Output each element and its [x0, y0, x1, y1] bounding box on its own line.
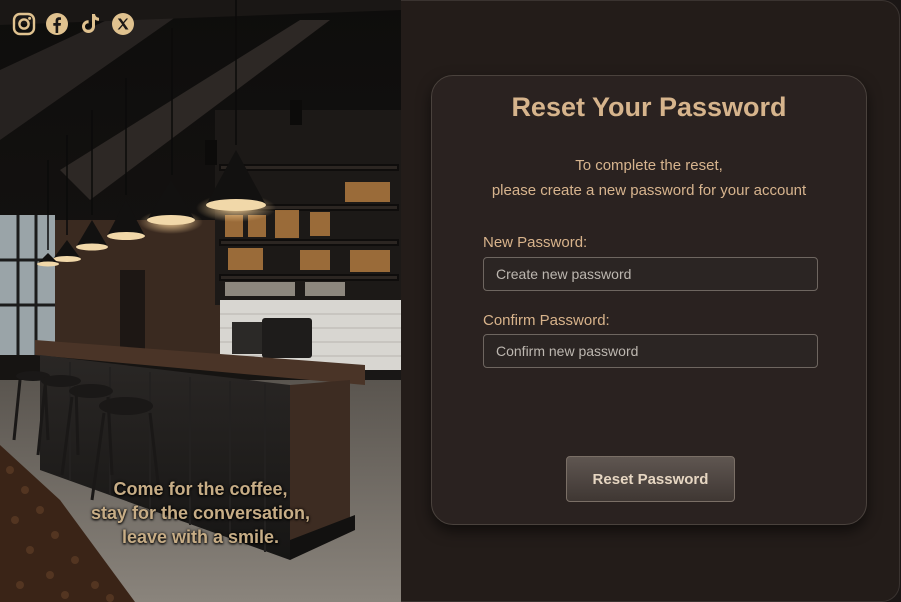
x-icon[interactable] — [111, 12, 135, 36]
instructions-line-2: please create a new password for your ac… — [491, 182, 807, 199]
instagram-icon[interactable] — [12, 12, 36, 36]
reset-panel: Reset Your Password To complete the rese… — [401, 0, 900, 602]
tagline-line-3: leave with a smile. — [121, 527, 280, 547]
page-title: Reset Your Password — [511, 92, 787, 122]
new-password-field[interactable] — [483, 257, 818, 291]
reset-password-card: Reset Your Password To complete the rese… — [431, 75, 867, 525]
confirm-password-field[interactable] — [483, 334, 818, 368]
cafe-tagline: Come for the coffee, stay for the conver… — [0, 477, 401, 549]
tiktok-icon[interactable] — [78, 12, 102, 36]
tagline-line-1: Come for the coffee, — [113, 479, 288, 499]
confirm-password-label: Confirm Password: — [483, 312, 610, 329]
facebook-icon[interactable] — [45, 12, 69, 36]
instructions-line-1: To complete the reset, — [575, 157, 723, 174]
tagline-line-2: stay for the conversation, — [90, 503, 311, 523]
cafe-photo-panel: Come for the coffee, stay for the conver… — [0, 0, 401, 602]
social-links — [12, 12, 135, 36]
app-frame: Come for the coffee, stay for the conver… — [0, 0, 901, 602]
instructions: To complete the reset, please create a n… — [432, 153, 866, 203]
new-password-label: New Password: — [483, 234, 588, 251]
reset-password-button[interactable]: Reset Password — [566, 456, 735, 502]
